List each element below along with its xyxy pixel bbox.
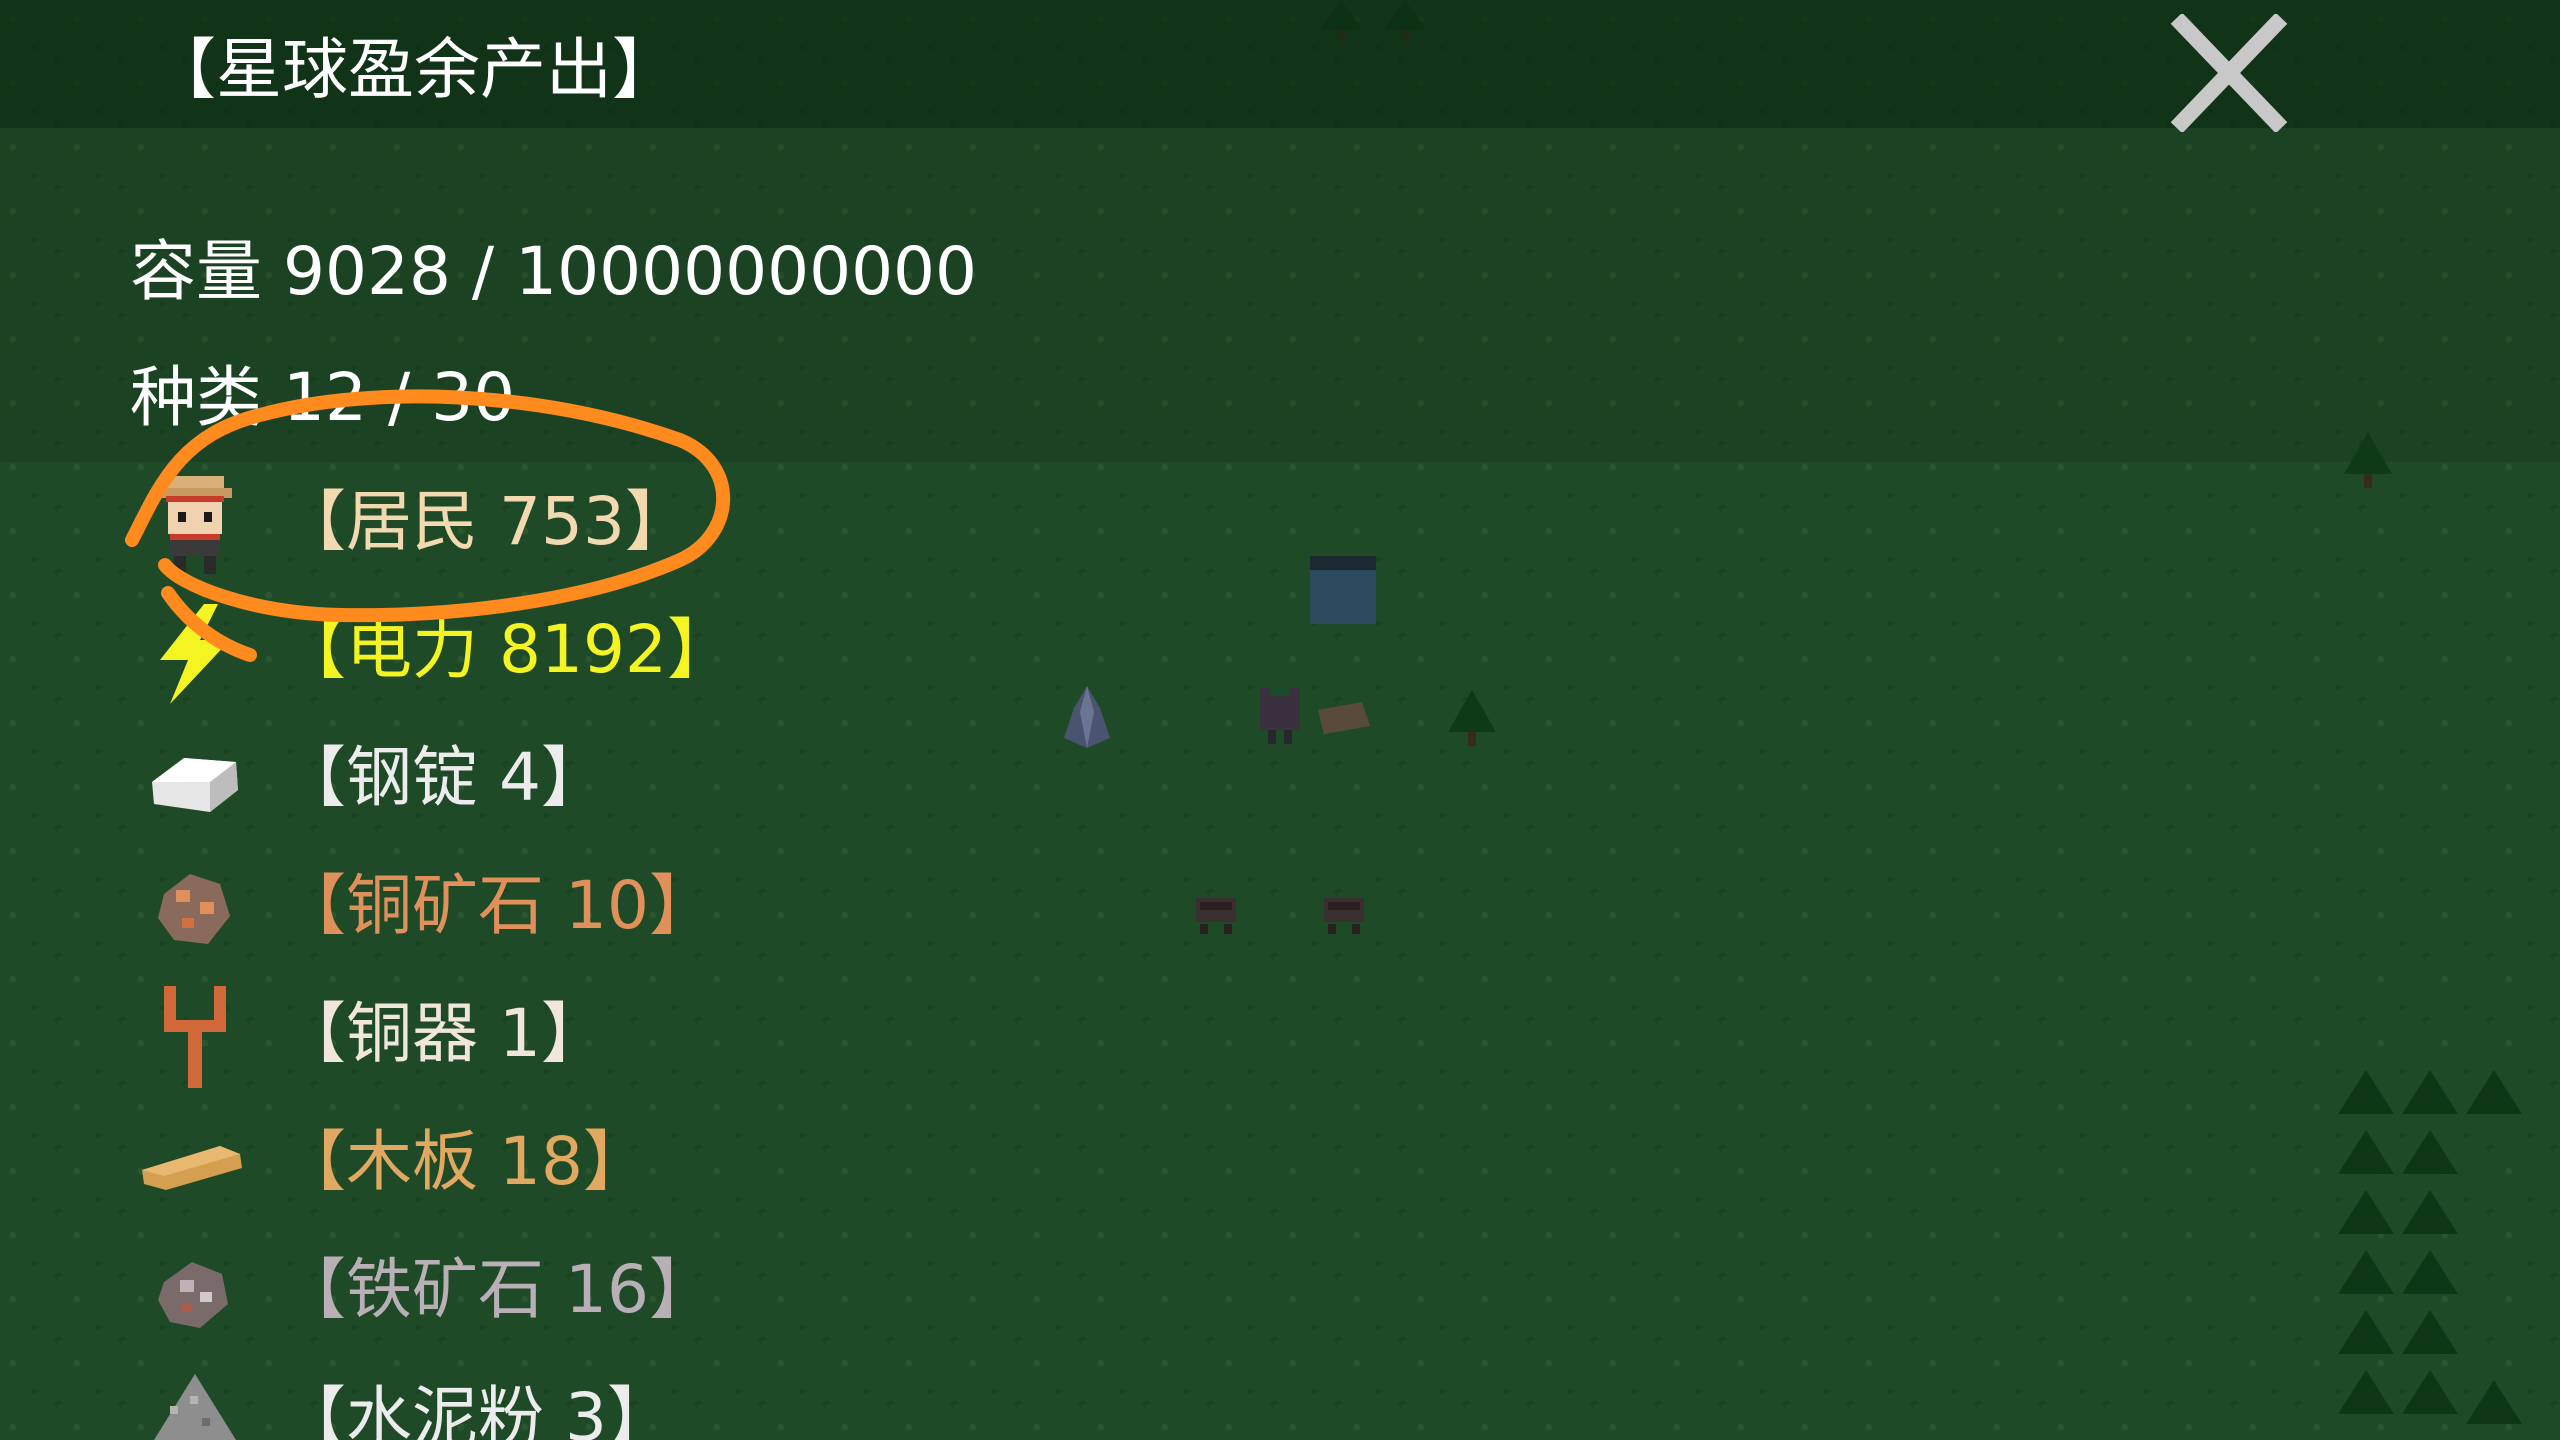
cart-icon [1324, 898, 1364, 934]
log-icon [1318, 702, 1370, 734]
resource-label-wood-plank: 【木板 18】 [280, 1123, 649, 1200]
iron-ore-icon [158, 1262, 228, 1328]
close-button[interactable] [2170, 12, 2288, 134]
resource-row-steel-ingot: 【钢锭 4】 [140, 726, 940, 836]
resource-label-steel-ingot: 【钢锭 4】 [280, 739, 607, 816]
cement-powder-icon [154, 1374, 236, 1440]
copper-tool-icon [164, 986, 226, 1088]
tree-icon [1448, 690, 1496, 746]
types-text: 种类 12 / 30 [130, 359, 516, 436]
resident-icon [158, 476, 232, 574]
resource-row-cement-powder: 【水泥粉 3】 [140, 1366, 940, 1440]
resource-label-electricity: 【电力 8192】 [280, 611, 733, 688]
resource-label-residents: 【居民 753】 [280, 483, 691, 560]
cart-icon [1196, 898, 1236, 934]
water-tile-icon [1310, 556, 1376, 624]
steel-ingot-icon [152, 758, 238, 812]
capacity-text: 容量 9028 / 10000000000 [130, 233, 978, 310]
resource-row-residents: 【居民 753】 [140, 470, 940, 580]
resource-label-copper-tool: 【铜器 1】 [280, 995, 607, 1072]
panel-title: 【星球盈余产出】 [150, 31, 678, 108]
resource-row-wood-plank: 【木板 18】 [140, 1110, 940, 1220]
lightning-icon [160, 604, 230, 704]
copper-ore-icon [158, 874, 230, 944]
game-screen: 【星球盈余产出】 容量 9028 / 10000000000 种类 12 / 3… [0, 0, 2560, 1440]
resource-row-electricity: 【电力 8192】 [140, 598, 940, 708]
resource-row-copper-tool: 【铜器 1】 [140, 982, 940, 1092]
resource-label-cement-powder: 【水泥粉 3】 [280, 1379, 673, 1440]
creature-icon [1260, 688, 1300, 744]
resource-row-copper-ore: 【铜矿石 10】 [140, 854, 940, 964]
wood-plank-icon [142, 1146, 242, 1190]
crystal-icon [1064, 686, 1110, 748]
resource-row-iron-ore: 【铁矿石 16】 [140, 1238, 940, 1348]
tree-icon [2344, 432, 2392, 488]
resource-label-iron-ore: 【铁矿石 16】 [280, 1251, 715, 1328]
resource-label-copper-ore: 【铜矿石 10】 [280, 867, 715, 944]
forest-icon [2338, 1070, 2522, 1424]
close-icon [2170, 12, 2288, 134]
